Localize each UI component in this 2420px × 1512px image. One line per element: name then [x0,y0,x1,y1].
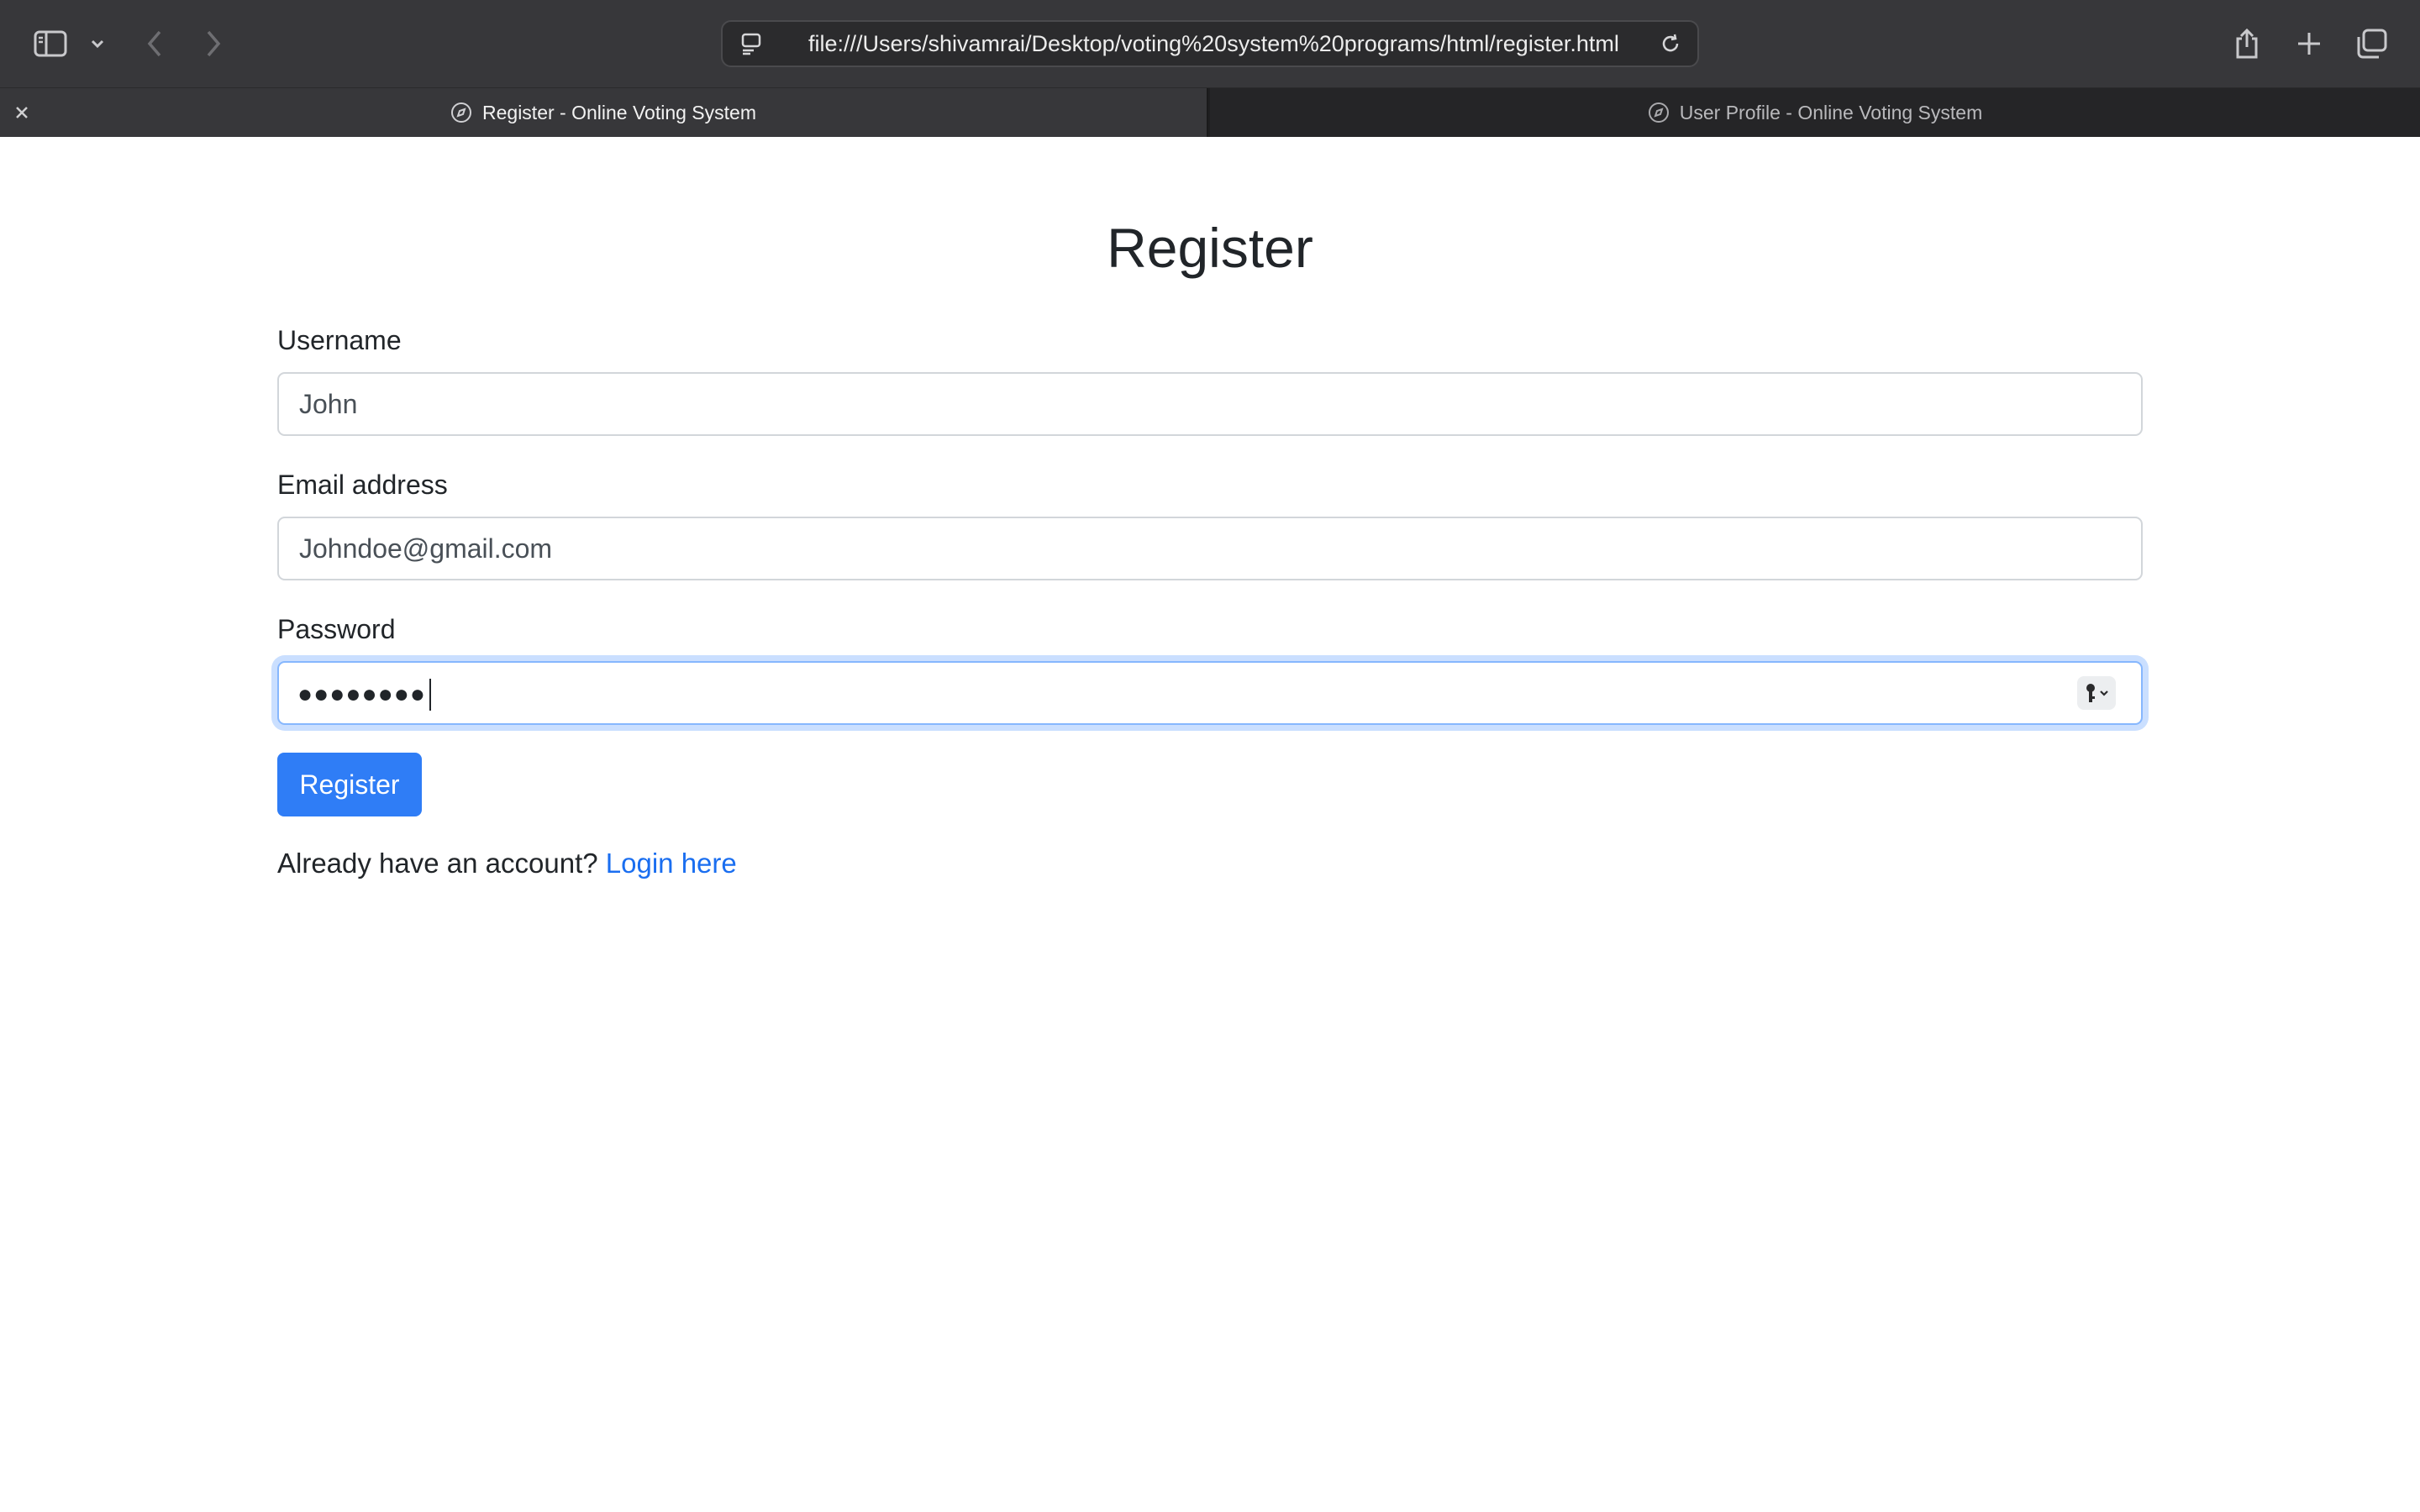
url-text[interactable]: file:///Users/shivamrai/Desktop/voting%2… [808,22,1619,66]
password-key-icon[interactable] [2077,676,2116,710]
chevron-right-icon[interactable] [190,20,237,67]
chevron-down-icon[interactable] [82,20,113,67]
username-label: Username [277,325,402,355]
tab-register[interactable]: Register - Online Voting System [0,88,1208,137]
email-label: Email address [277,470,448,500]
password-label: Password [277,614,396,644]
register-button[interactable]: Register [277,753,422,816]
browser-toolbar: file:///Users/shivamrai/Desktop/voting%2… [0,0,2420,87]
username-input[interactable] [277,372,2143,436]
password-masked-value: ●●●●●●●● [297,680,426,708]
share-icon[interactable] [2223,20,2270,67]
compass-icon [450,102,472,123]
tab-overview-icon[interactable] [2348,20,2395,67]
login-link[interactable]: Login here [606,848,737,879]
password-input[interactable] [277,661,2143,725]
address-bar[interactable]: file:///Users/shivamrai/Desktop/voting%2… [721,20,1699,67]
reload-icon[interactable] [1650,22,1691,66]
page-title: Register [1107,217,1313,279]
login-prompt-text: Already have an account? [277,848,598,879]
sidebar-icon[interactable] [27,20,74,67]
email-input[interactable] [277,517,2143,580]
tab-label: User Profile - Online Voting System [1679,101,1983,123]
plus-icon[interactable] [2286,20,2333,67]
close-icon[interactable] [8,99,35,126]
page-menu-icon[interactable] [731,22,771,66]
tab-bar: Register - Online Voting System User Pro… [0,87,2420,137]
chevron-left-icon[interactable] [131,20,178,67]
tab-label: Register - Online Voting System [482,101,756,123]
tab-user-profile[interactable]: User Profile - Online Voting System [1210,88,2420,137]
text-caret [429,679,431,711]
login-prompt: Already have an account? Login here [277,847,737,880]
compass-icon [1648,102,1670,123]
